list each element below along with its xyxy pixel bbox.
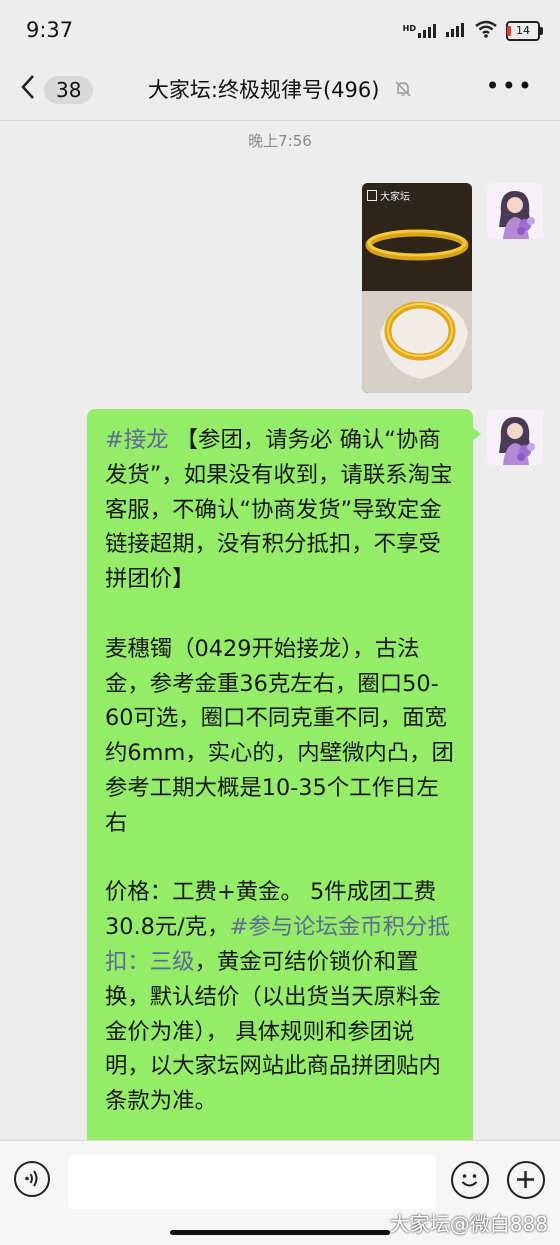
message-input[interactable]: [68, 1155, 436, 1209]
emoji-button[interactable]: [451, 1161, 489, 1199]
sender-avatar[interactable]: [487, 183, 543, 239]
logo-text: 大家坛: [380, 192, 410, 203]
bell-muted-icon: [394, 79, 412, 103]
more-functions-button[interactable]: [507, 1161, 545, 1199]
plus-icon: [517, 1171, 534, 1188]
bangle-photos: [362, 183, 472, 393]
text-message-bubble[interactable]: #接龙 【参团，请务必 确认“协商发货”，如果没有收到，请联系淘宝客服，不确认“…: [87, 409, 481, 1149]
more-options-button[interactable]: •••: [486, 72, 534, 100]
signal-icon: [446, 22, 466, 41]
image-message[interactable]: 大家坛: [362, 183, 472, 393]
chevron-left-icon: [20, 74, 36, 106]
header-divider: [0, 120, 560, 121]
avatar-illustration: [487, 409, 543, 465]
message-paragraph-1: #接龙 【参团，请务必 确认“协商发货”，如果没有收到，请联系淘宝客服，不确认“…: [105, 423, 457, 597]
status-bar: 9:37 HD 14: [0, 0, 560, 62]
message-paragraph-3: 价格：工费+黄金。 5件成团工费30.8元/克，#参与论坛金币积分抵扣：三级，黄…: [105, 875, 457, 1119]
chat-header: 大家坛:终极规律号(496) 38 •••: [0, 62, 560, 118]
chat-title[interactable]: 大家坛:终极规律号(496): [148, 78, 380, 102]
home-indicator[interactable]: [170, 1230, 390, 1235]
message-timestamp: 晚上7:56: [248, 132, 312, 150]
unread-count-badge: 38: [44, 76, 94, 104]
status-icons: HD 14: [403, 20, 543, 42]
logo-icon: [367, 190, 377, 201]
emoji-icon: [461, 1174, 478, 1187]
network-label: HD: [402, 24, 416, 33]
sender-avatar[interactable]: [487, 409, 543, 465]
message-paragraph-2: 麦穗镯（0429开始接龙），古法金，参考金重36克左右，圈口50-60可选，圈口…: [105, 635, 454, 836]
wifi-icon: [474, 20, 498, 42]
hashtag-link[interactable]: #接龙: [105, 427, 169, 453]
watermark: 大家坛@微白888: [389, 1212, 548, 1236]
hd-signal-icon: HD: [403, 24, 438, 38]
battery-icon: 14: [506, 21, 543, 41]
back-button[interactable]: 38: [20, 74, 94, 106]
image-logo: 大家坛: [367, 188, 410, 203]
clock: 9:37: [26, 18, 74, 42]
battery-level: 14: [516, 24, 530, 37]
voice-icon: [25, 1170, 38, 1187]
avatar-illustration: [487, 183, 543, 239]
voice-button[interactable]: [14, 1161, 50, 1197]
